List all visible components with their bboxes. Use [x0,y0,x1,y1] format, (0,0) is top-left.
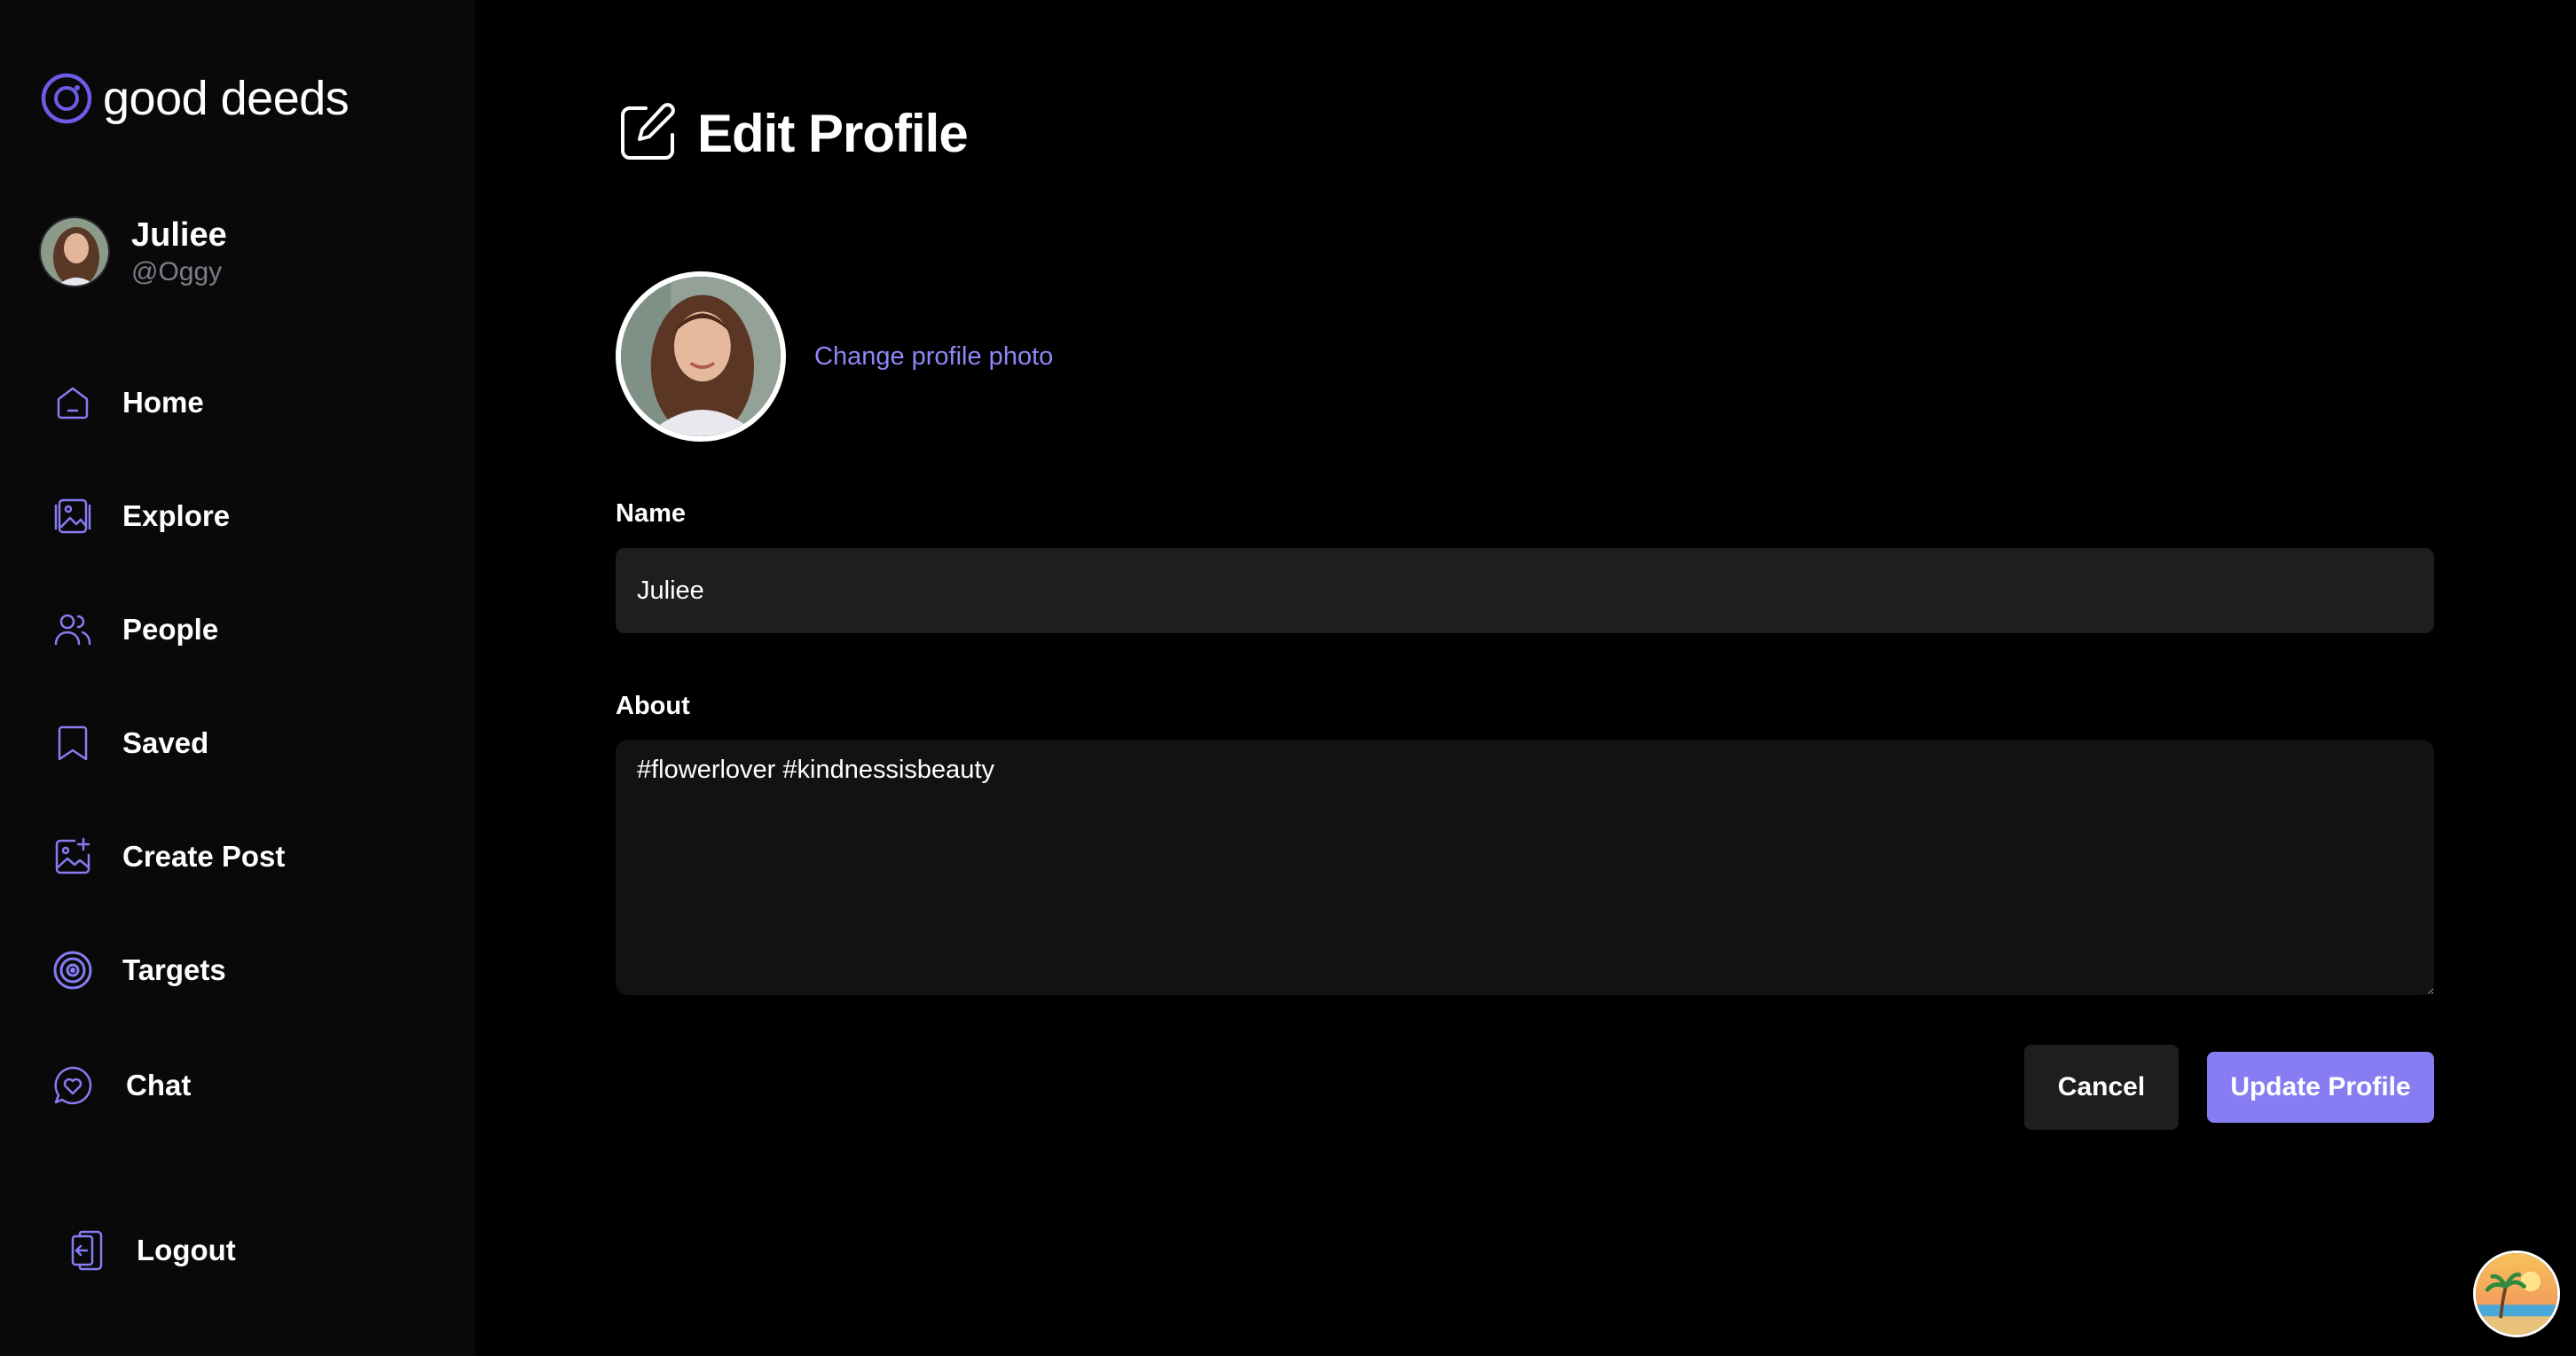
sidebar-item-explore[interactable]: Explore [50,488,230,545]
logo-icon [41,73,92,124]
page-title: Edit Profile [697,103,969,163]
edit-icon [621,103,675,160]
sidebar-item-create-post[interactable]: Create Post [50,828,285,885]
sidebar-item-label: Targets [122,953,226,986]
app-logo[interactable]: good deeds [39,71,349,126]
update-profile-button[interactable]: Update Profile [2207,1052,2434,1123]
sidebar-item-saved[interactable]: Saved [50,715,208,772]
bookmark-icon [50,720,96,766]
beach-icon [2476,1253,2557,1335]
sidebar-item-chat[interactable]: Chat [50,1057,191,1114]
sidebar-item-label: Saved [122,726,209,759]
chat-heart-icon [50,1062,96,1109]
profile-name: Juliee [131,216,227,254]
about-textarea[interactable]: #flowerlover #kindnessisbeauty [616,740,2434,995]
home-icon [50,380,96,426]
sidebar-item-home[interactable]: Home [50,374,204,431]
profile-photo-row: Change profile photo [616,271,1053,442]
target-icon [50,947,96,993]
app-window: good deeds Juliee @Oggy Home Explore Peo… [0,0,2576,1356]
sidebar-item-label: Home [122,386,204,419]
gallery-icon [50,493,96,539]
sidebar-item-people[interactable]: People [50,601,218,658]
profile-handle: @Oggy [131,257,223,286]
sidebar-item-targets[interactable]: Targets [50,942,226,999]
logout-icon [64,1227,110,1274]
page-header: Edit Profile [616,101,969,165]
logout-button[interactable]: Logout [64,1222,236,1279]
about-label: About [616,692,690,720]
avatar [39,216,110,287]
name-label: Name [616,499,686,528]
cancel-button[interactable]: Cancel [2024,1045,2179,1130]
sidebar: good deeds Juliee @Oggy Home Explore Peo… [0,0,475,1356]
sidebar-profile[interactable]: Juliee @Oggy [39,215,227,289]
sidebar-item-label: Chat [126,1069,192,1101]
sidebar-item-label: Create Post [122,840,286,873]
image-add-icon [50,834,96,880]
name-input[interactable] [616,548,2434,633]
change-photo-link[interactable]: Change profile photo [814,342,1053,372]
floating-assistant-button[interactable] [2473,1250,2560,1337]
people-icon [50,607,96,653]
app-name: good deeds [103,72,349,125]
sidebar-item-label: Explore [122,499,231,532]
logout-label: Logout [137,1234,236,1266]
main-content: Edit Profile Change profile photo Name A… [475,0,2576,1356]
profile-photo[interactable] [616,271,786,442]
sidebar-item-label: People [122,613,219,646]
